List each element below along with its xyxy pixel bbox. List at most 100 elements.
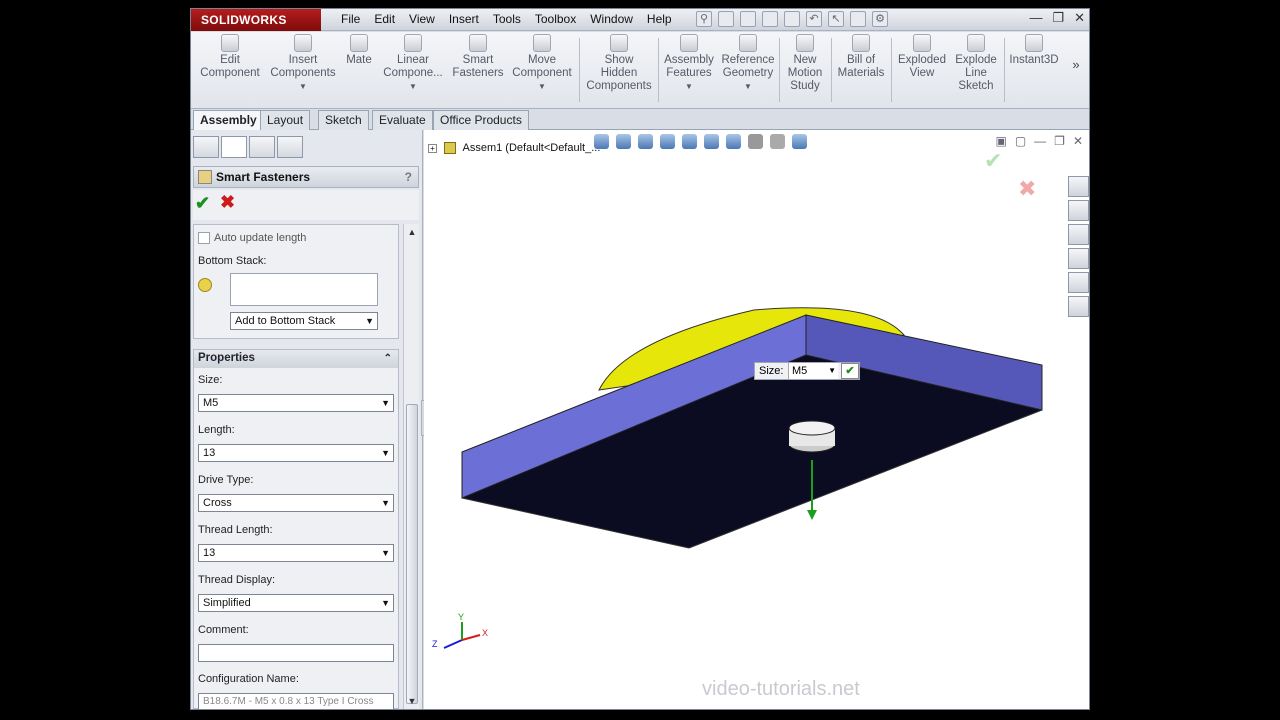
menu-tools[interactable]: Tools	[486, 9, 528, 31]
configuration-name-field: B18.6.7M - M5 x 0.8 x 13 Type I Cross	[198, 693, 394, 709]
chevron-down-icon: ▼	[381, 548, 390, 558]
save-icon[interactable]	[762, 11, 778, 27]
solidworks-window: SOLIDWORKS File Edit View Insert Tools T…	[190, 8, 1090, 710]
linear-component-pattern-button[interactable]: Linear Compone... ▼	[381, 34, 445, 93]
window-controls: — ❐ ✕	[1029, 10, 1085, 26]
smart-fasteners-button[interactable]: Smart Fasteners	[449, 34, 507, 80]
property-manager-pane: Smart Fasteners ? ✔ ✖ Auto update length…	[191, 130, 429, 709]
assembly-features-button[interactable]: Assembly Features ▼	[661, 34, 717, 93]
comment-label: Comment:	[198, 624, 249, 636]
triad-x-label: X	[482, 628, 488, 638]
quick-access-toolbar: ⚲ ↶ ↖ ⚙	[696, 11, 888, 27]
thread-display-label: Thread Display:	[198, 574, 276, 586]
mate-icon	[350, 34, 368, 52]
help-icon[interactable]: ?	[405, 167, 412, 187]
comment-input[interactable]	[198, 644, 394, 662]
tab-assembly[interactable]: Assembly	[193, 110, 264, 130]
watermark-text: video-tutorials.net	[702, 678, 860, 700]
size-popup-ok-button[interactable]: ✔	[841, 363, 859, 379]
size-select[interactable]: M5 ▼	[198, 394, 394, 412]
collapse-icon[interactable]: ⌃	[384, 350, 392, 367]
pin-icon[interactable]: ⚲	[696, 11, 712, 27]
reference-geometry-icon	[739, 34, 757, 52]
tab-sketch[interactable]: Sketch	[318, 110, 369, 130]
linear-pattern-icon	[404, 34, 422, 52]
auto-update-length-checkbox[interactable]	[198, 232, 210, 244]
options-icon[interactable]: ⚙	[872, 11, 888, 27]
chevron-down-icon: ▼	[381, 398, 390, 408]
menu-toolbox[interactable]: Toolbox	[528, 9, 583, 31]
menu-help[interactable]: Help	[640, 9, 679, 31]
display-manager-tab-icon[interactable]	[277, 136, 303, 158]
minimize-icon[interactable]: —	[1029, 10, 1042, 26]
smart-fasteners-icon	[198, 170, 212, 184]
menu-window[interactable]: Window	[583, 9, 640, 31]
ok-button[interactable]: ✔	[195, 193, 210, 214]
move-component-button[interactable]: Move Component ▼	[509, 34, 575, 93]
tab-office-products[interactable]: Office Products	[433, 110, 529, 130]
tab-evaluate[interactable]: Evaluate	[372, 110, 433, 130]
separator	[891, 38, 892, 102]
washer-icon	[198, 278, 212, 292]
tab-layout[interactable]: Layout	[260, 110, 311, 130]
auto-update-length-label: Auto update length	[214, 232, 307, 244]
thread-length-select[interactable]: 13 ▼	[198, 544, 394, 562]
fastener-head[interactable]	[788, 420, 836, 436]
close-icon[interactable]: ✕	[1074, 10, 1085, 26]
vertical-scrollbar[interactable]: ▲ ▼	[403, 224, 419, 709]
properties-header[interactable]: Properties ⌃	[194, 350, 398, 368]
graphics-area[interactable]: + Assem1 (Default<Default_... ▣ ▢ — ❐ ✕ …	[424, 130, 1090, 710]
instant3d-button[interactable]: Instant3D	[1007, 34, 1061, 67]
property-manager-title: Smart Fasteners	[216, 170, 311, 184]
edit-component-button[interactable]: Edit Component	[197, 34, 263, 80]
bottom-stack-label: Bottom Stack:	[198, 255, 267, 267]
assembly-model[interactable]: Y X Z	[424, 130, 1090, 710]
chevron-down-icon: ▼	[381, 448, 390, 458]
select-icon[interactable]: ↖	[828, 11, 844, 27]
cancel-button[interactable]: ✖	[220, 192, 235, 213]
explode-line-sketch-button[interactable]: Explode Line Sketch	[951, 34, 1001, 93]
exploded-view-button[interactable]: Exploded View	[895, 34, 949, 80]
thread-display-select[interactable]: Simplified ▼	[198, 594, 394, 612]
command-tabs: Assembly Layout Sketch Evaluate Office P…	[191, 109, 1089, 130]
feature-manager-tabs	[191, 136, 303, 162]
exploded-view-icon	[913, 34, 931, 52]
scroll-down-icon[interactable]: ▼	[405, 694, 419, 708]
add-to-bottom-stack-select[interactable]: Add to Bottom Stack ▼	[230, 312, 378, 330]
configuration-name-label: Configuration Name:	[198, 673, 299, 685]
reference-geometry-button[interactable]: Reference Geometry ▼	[719, 34, 777, 93]
menu-insert[interactable]: Insert	[442, 9, 486, 31]
undo-icon[interactable]: ↶	[806, 11, 822, 27]
print-icon[interactable]	[784, 11, 800, 27]
menu-edit[interactable]: Edit	[367, 9, 402, 31]
configuration-manager-tab-icon[interactable]	[249, 136, 275, 158]
triad-x-axis	[461, 634, 481, 641]
scroll-up-icon[interactable]: ▲	[405, 225, 419, 239]
insert-components-button[interactable]: Insert Components ▼	[269, 34, 337, 93]
fastener-group: Auto update length Bottom Stack: Add to …	[193, 224, 399, 339]
new-motion-study-button[interactable]: New Motion Study	[783, 34, 827, 93]
feature-tree-tab-icon[interactable]	[193, 136, 219, 158]
new-document-icon[interactable]	[718, 11, 734, 27]
length-select[interactable]: 13 ▼	[198, 444, 394, 462]
menu-file[interactable]: File	[334, 9, 367, 31]
menu-view[interactable]: View	[402, 9, 442, 31]
separator	[831, 38, 832, 102]
length-label: Length:	[198, 424, 235, 436]
size-popup-select[interactable]: M5 ▼	[788, 363, 838, 379]
rebuild-icon[interactable]	[850, 11, 866, 27]
mate-button[interactable]: Mate	[341, 34, 377, 67]
insert-components-icon	[294, 34, 312, 52]
more-commands-icon[interactable]: »	[1069, 58, 1083, 71]
solidworks-logo: SOLIDWORKS	[191, 9, 321, 31]
open-icon[interactable]	[740, 11, 756, 27]
drive-type-select[interactable]: Cross ▼	[198, 494, 394, 512]
show-hidden-components-button[interactable]: Show Hidden Components	[583, 34, 655, 93]
restore-icon[interactable]: ❐	[1052, 10, 1064, 26]
move-component-icon	[533, 34, 551, 52]
bottom-stack-list[interactable]	[230, 273, 378, 306]
separator	[579, 38, 580, 102]
scroll-thumb[interactable]	[406, 404, 418, 704]
bill-of-materials-button[interactable]: Bill of Materials	[835, 34, 887, 80]
property-manager-tab-icon[interactable]	[221, 136, 247, 158]
